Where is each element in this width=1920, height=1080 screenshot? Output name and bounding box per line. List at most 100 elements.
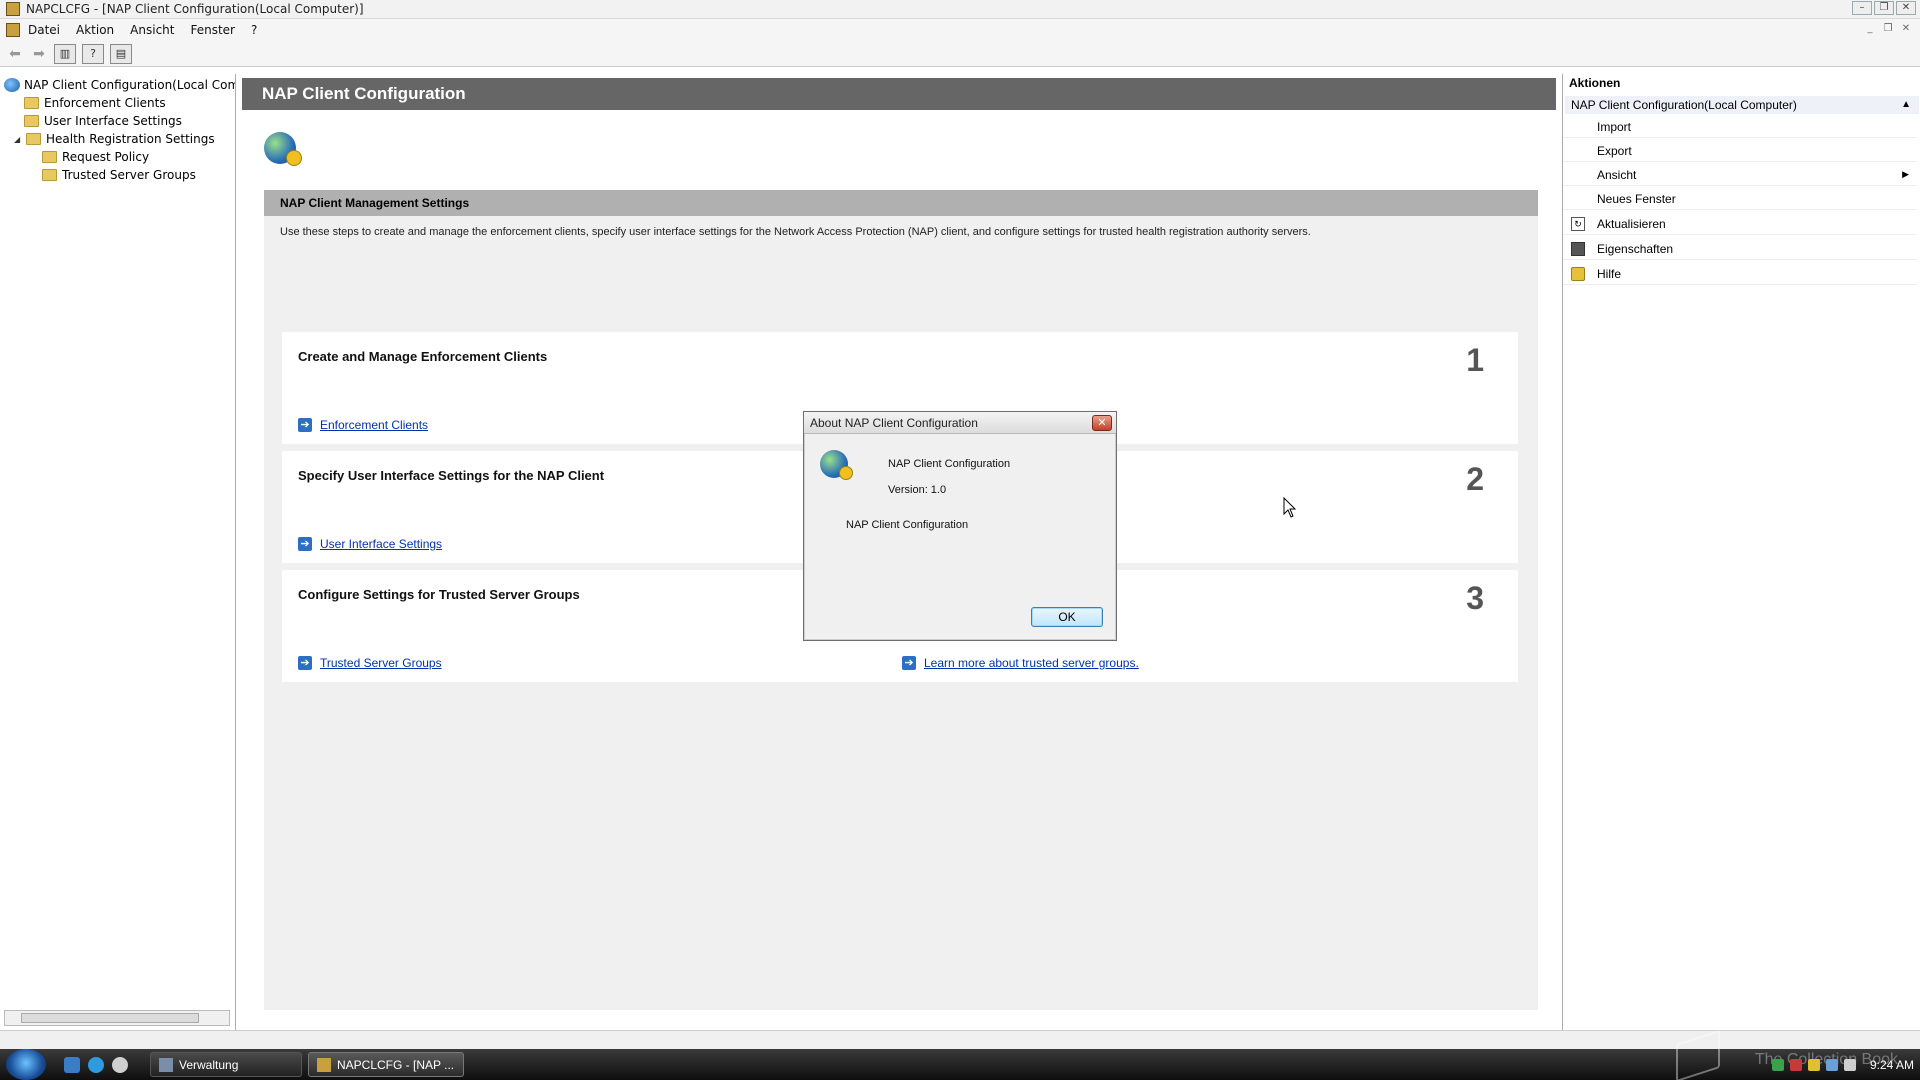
update-icon[interactable]: [1807, 1058, 1820, 1071]
learn-more-trusted-server-groups-link[interactable]: Learn more about trusted server groups.: [924, 656, 1139, 670]
mmc-icon[interactable]: [6, 23, 20, 37]
window-controls: – ❐ ✕: [1852, 1, 1916, 15]
card-title: Configure Settings for Trusted Server Gr…: [298, 587, 580, 602]
ok-button[interactable]: OK: [1031, 607, 1103, 627]
tree-item-label: Enforcement Clients: [44, 96, 166, 110]
action-ansicht[interactable]: Ansicht ▶: [1563, 164, 1917, 186]
refresh-icon: ↻: [1571, 216, 1585, 231]
toolbar: ⬅ ➡ ▥ ? ▤: [0, 41, 1920, 67]
switch-windows-icon[interactable]: [112, 1057, 128, 1073]
tree-root[interactable]: NAP Client Configuration(Local Compu: [4, 76, 236, 94]
back-arrow-icon[interactable]: ⬅: [6, 45, 24, 63]
help-icon: [1571, 266, 1585, 281]
tree-root-label: NAP Client Configuration(Local Compu: [24, 78, 236, 92]
minimize-icon[interactable]: –: [1852, 1, 1872, 15]
section-description: Use these steps to create and manage the…: [280, 226, 1311, 238]
action-neues-fenster[interactable]: Neues Fenster: [1563, 188, 1917, 210]
collapse-triangle-icon[interactable]: ◢: [14, 135, 22, 144]
maximize-icon[interactable]: ❐: [1874, 1, 1894, 15]
mdi-close-icon[interactable]: ✕: [1898, 22, 1914, 36]
dialog-description: NAP Client Configuration: [846, 519, 969, 531]
mdi-controls: _ ❐ ✕: [1862, 22, 1914, 36]
clock[interactable]: 9:24 AM: [1870, 1058, 1914, 1072]
collapse-caret-icon[interactable]: ▲: [1901, 96, 1911, 114]
action-eigenschaften[interactable]: Eigenschaften: [1563, 238, 1917, 260]
folder-icon: [24, 115, 39, 127]
folder-icon: [24, 97, 39, 109]
actions-pane: Aktionen NAP Client Configuration(Local …: [1562, 74, 1920, 1030]
menu-help[interactable]: ?: [251, 23, 257, 37]
security-icon[interactable]: [1789, 1058, 1802, 1071]
tree-item-label: Health Registration Settings: [46, 132, 215, 146]
dialog-product-name: NAP Client Configuration: [888, 458, 1011, 470]
monitor-icon[interactable]: [1825, 1058, 1838, 1071]
submenu-arrow-icon: ▶: [1902, 169, 1909, 179]
network-icon[interactable]: [1771, 1058, 1784, 1071]
volume-icon[interactable]: [1843, 1058, 1856, 1071]
help-toolbar-icon[interactable]: ?: [82, 43, 104, 64]
action-label: Aktualisieren: [1597, 216, 1666, 231]
status-bar: [0, 1030, 1920, 1049]
tree-item-user-interface-settings[interactable]: User Interface Settings: [24, 112, 182, 130]
dialog-version: Version: 1.0: [888, 484, 947, 496]
system-tray: 9:24 AM: [1771, 1049, 1914, 1080]
dialog-close-icon[interactable]: ✕: [1092, 415, 1112, 431]
taskbar-verwaltung[interactable]: Verwaltung: [150, 1052, 302, 1077]
mdi-restore-icon[interactable]: ❐: [1880, 22, 1896, 36]
folder-icon: [159, 1057, 173, 1072]
actions-title: Aktionen: [1569, 76, 1621, 90]
menu-bar: Datei Aktion Ansicht Fenster ? _ ❐ ✕: [0, 19, 1920, 41]
menu-ansicht[interactable]: Ansicht: [130, 23, 174, 37]
trusted-server-groups-link-row: ➔ Trusted Server Groups: [298, 656, 442, 670]
action-hilfe[interactable]: Hilfe: [1563, 263, 1917, 285]
menu-aktion[interactable]: Aktion: [76, 23, 114, 37]
action-label: Export: [1597, 143, 1632, 158]
menu-datei[interactable]: Datei: [28, 23, 60, 37]
action-export[interactable]: Export: [1563, 140, 1917, 162]
taskbar-napclcfg[interactable]: NAPCLCFG - [NAP ...: [308, 1052, 464, 1077]
mdi-minimize-icon[interactable]: _: [1862, 22, 1878, 36]
enforcement-clients-link-row: ➔ Enforcement Clients: [298, 418, 428, 432]
tree-item-request-policy[interactable]: Request Policy: [42, 148, 149, 166]
tree-item-trusted-server-groups[interactable]: Trusted Server Groups: [42, 166, 196, 184]
show-hide-tree-icon[interactable]: ▥: [54, 43, 76, 64]
tree-item-label: Request Policy: [62, 150, 150, 164]
action-label: Neues Fenster: [1597, 191, 1676, 206]
mouse-cursor-icon: [1283, 497, 1297, 518]
actions-group-label: NAP Client Configuration(Local Computer): [1571, 98, 1797, 112]
card-title: Create and Manage Enforcement Clients: [298, 349, 548, 364]
actions-group-header[interactable]: NAP Client Configuration(Local Computer)…: [1565, 96, 1919, 114]
tree-item-label: Trusted Server Groups: [62, 168, 196, 182]
start-button[interactable]: [6, 1049, 46, 1080]
trusted-server-groups-link[interactable]: Trusted Server Groups: [320, 656, 442, 670]
tree-horizontal-scrollbar[interactable]: [4, 1010, 230, 1026]
show-hide-actions-icon[interactable]: ▤: [110, 43, 132, 64]
menu-fenster[interactable]: Fenster: [190, 23, 235, 37]
folder-icon: [42, 169, 57, 181]
folder-open-icon: [26, 133, 41, 145]
window-titlebar: NAPCLCFG - [NAP Client Configuration(Loc…: [0, 0, 1920, 19]
console-tree: NAP Client Configuration(Local Compu Enf…: [0, 74, 236, 1030]
window-title: NAPCLCFG - [NAP Client Configuration(Loc…: [26, 2, 364, 16]
link-arrow-icon: ➔: [298, 656, 312, 670]
action-aktualisieren[interactable]: ↻ Aktualisieren: [1563, 213, 1917, 235]
tree-item-enforcement-clients[interactable]: Enforcement Clients: [24, 94, 166, 112]
link-arrow-icon: ➔: [902, 656, 916, 670]
internet-explorer-icon[interactable]: [88, 1057, 104, 1073]
user-interface-settings-link[interactable]: User Interface Settings: [320, 537, 442, 551]
close-icon[interactable]: ✕: [1896, 1, 1916, 15]
show-desktop-icon[interactable]: [64, 1057, 80, 1073]
page-title: NAP Client Configuration: [242, 78, 1556, 110]
action-label: Ansicht: [1597, 167, 1637, 182]
section-title: NAP Client Management Settings: [264, 190, 1538, 216]
nap-globe-icon: [264, 132, 302, 166]
tree-item-health-registration-settings[interactable]: ◢ Health Registration Settings: [14, 130, 215, 148]
forward-arrow-icon[interactable]: ➡: [30, 45, 48, 63]
action-import[interactable]: Import: [1563, 116, 1917, 138]
scrollbar-thumb[interactable]: [21, 1013, 199, 1023]
task-label: NAPCLCFG - [NAP ...: [337, 1057, 455, 1072]
properties-icon: [1571, 241, 1585, 256]
mmc-icon: [317, 1057, 331, 1072]
action-label: Import: [1597, 119, 1632, 134]
enforcement-clients-link[interactable]: Enforcement Clients: [320, 418, 428, 432]
